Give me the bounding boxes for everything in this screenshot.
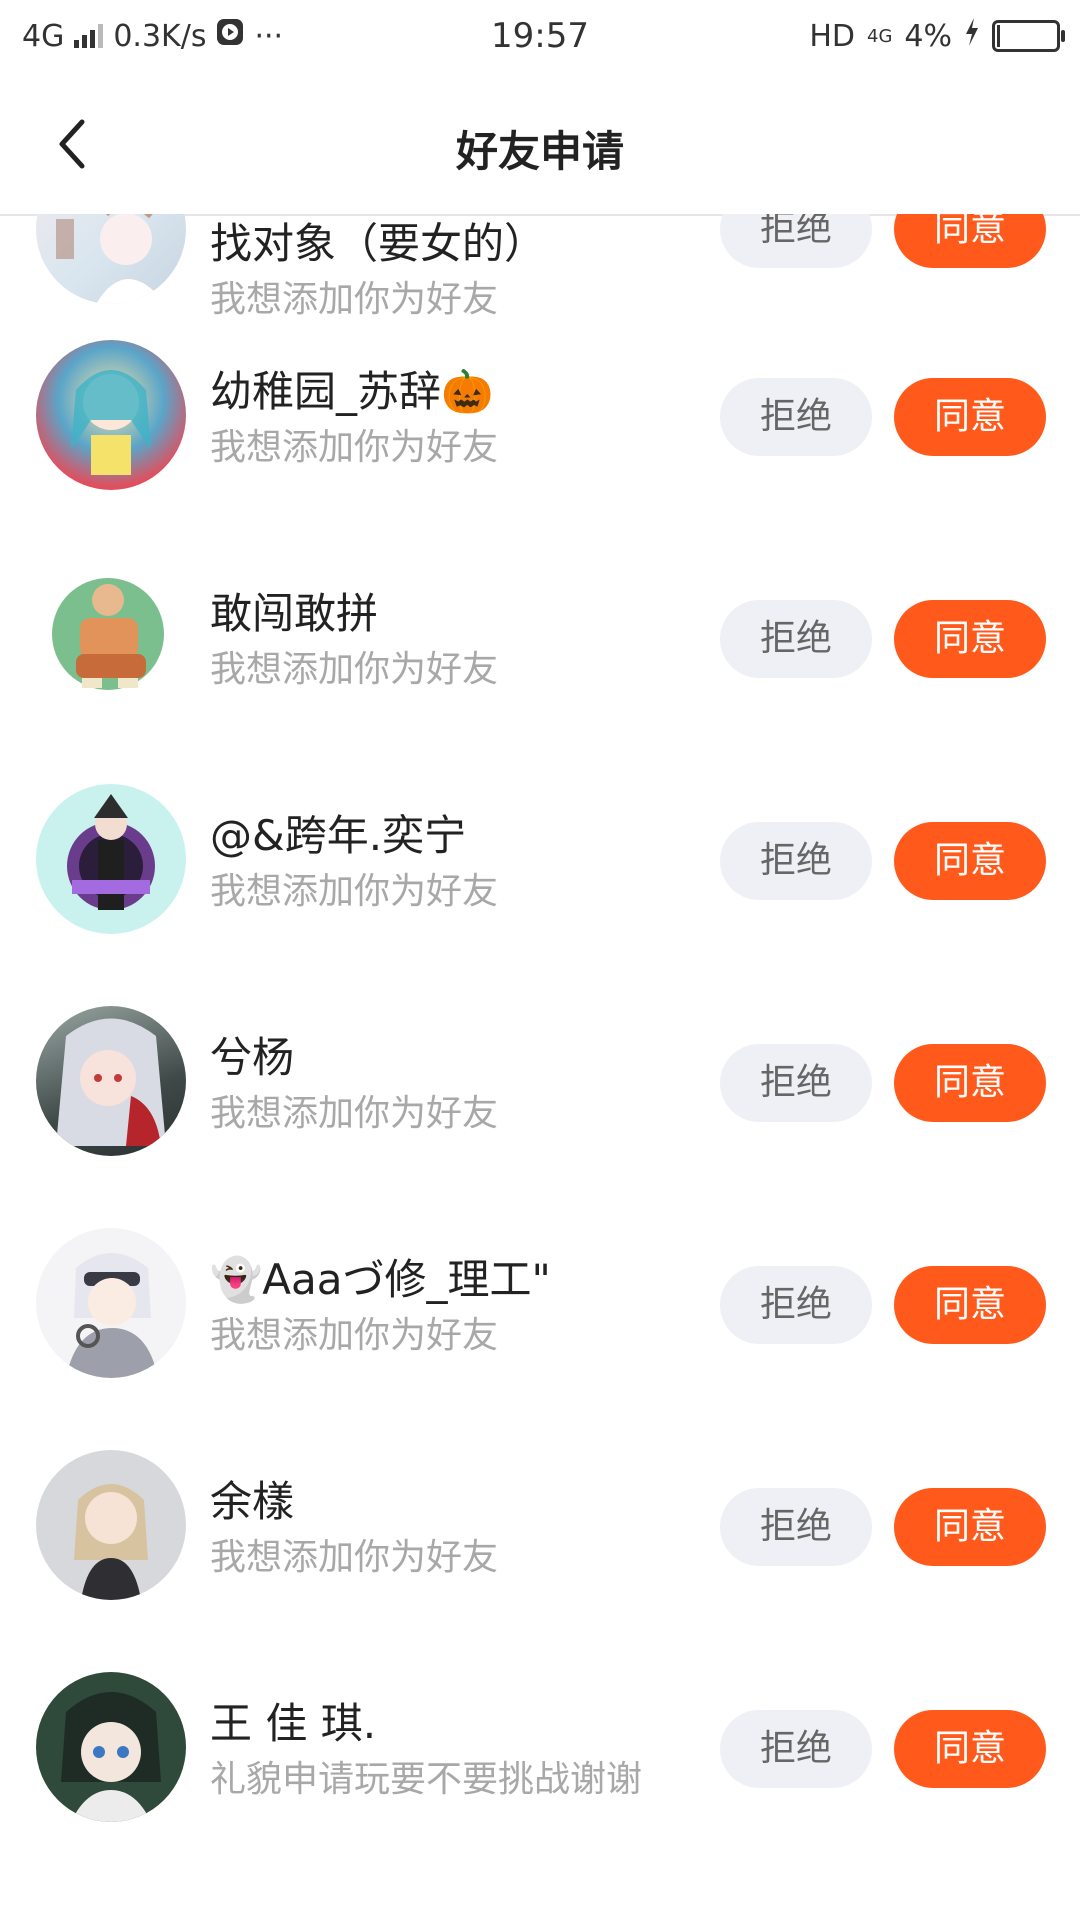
reject-button[interactable]: 拒绝 [720, 1488, 872, 1566]
requester-name: 兮杨 [210, 1033, 295, 1082]
agree-button[interactable]: 同意 [894, 1266, 1046, 1344]
list-item: 余樣 我想添加你为好友 拒绝 同意 [0, 1450, 1080, 1672]
agree-button[interactable]: 同意 [894, 1710, 1046, 1788]
agree-button[interactable]: 同意 [894, 378, 1046, 456]
request-message: 我想添加你为好友 [210, 1093, 499, 1134]
network-type-right: 4G [867, 25, 893, 47]
agree-button[interactable]: 同意 [894, 600, 1046, 678]
requester-name: @&跨年.奕宁 [210, 811, 467, 860]
requester-name: 余樣 [210, 1477, 295, 1526]
agree-button[interactable]: 同意 [894, 1044, 1046, 1122]
page-title: 好友申请 [455, 127, 624, 176]
reject-button[interactable]: 拒绝 [720, 214, 872, 268]
list-item: 幼稚园_苏辞🎃 我想添加你为好友 拒绝 同意 [0, 340, 1080, 562]
request-message: 我想添加你为好友 [210, 649, 499, 690]
requester-name: 敢闯敢拼 [210, 589, 379, 638]
list-item: 👻Aaaづ修_理工" 我想添加你为好友 拒绝 同意 [0, 1228, 1080, 1450]
status-bar: 4G 0.3K/s ··· 19:57 HD 4G 4% [0, 0, 1080, 76]
reject-button[interactable]: 拒绝 [720, 1044, 872, 1122]
request-message: 礼貌申请玩要不要挑战谢谢 [210, 1759, 643, 1800]
avatar[interactable] [36, 562, 186, 712]
request-message: 我想添加你为好友 [210, 871, 499, 912]
list-item: 敢闯敢拼 我想添加你为好友 拒绝 同意 [0, 562, 1080, 784]
avatar[interactable] [36, 1228, 186, 1378]
avatar[interactable] [36, 214, 186, 304]
avatar[interactable] [36, 340, 186, 490]
request-message: 我想添加你为好友 [210, 279, 499, 320]
charging-icon [964, 18, 980, 54]
request-message: 我想添加你为好友 [210, 1537, 499, 1578]
request-message: 我想添加你为好友 [210, 1315, 499, 1356]
agree-button[interactable]: 同意 [894, 214, 1046, 268]
battery-icon [992, 20, 1065, 52]
avatar[interactable] [36, 1672, 186, 1822]
nav-bar: 好友申请 [0, 76, 1080, 216]
requester-name: 王 佳 琪. [210, 1699, 377, 1748]
reject-button[interactable]: 拒绝 [720, 822, 872, 900]
requester-name: 👻Aaaづ修_理工" [210, 1255, 551, 1304]
requester-name: 找对象（要女的） [210, 219, 547, 268]
avatar[interactable] [36, 784, 186, 934]
reject-button[interactable]: 拒绝 [720, 1266, 872, 1344]
status-right: HD 4G 4% [809, 18, 1065, 54]
avatar[interactable] [36, 1006, 186, 1156]
battery-percent: 4% [904, 18, 952, 54]
agree-button[interactable]: 同意 [894, 822, 1046, 900]
avatar[interactable] [36, 1450, 186, 1600]
hd-indicator: HD [809, 18, 855, 54]
request-message: 我想添加你为好友 [210, 427, 499, 468]
reject-button[interactable]: 拒绝 [720, 600, 872, 678]
reject-button[interactable]: 拒绝 [720, 378, 872, 456]
list-item: 王 佳 琪. 礼貌申请玩要不要挑战谢谢 拒绝 同意 [0, 1672, 1080, 1894]
reject-button[interactable]: 拒绝 [720, 1710, 872, 1788]
list-item: 兮杨 我想添加你为好友 拒绝 同意 [0, 1006, 1080, 1228]
list-item: @&跨年.奕宁 我想添加你为好友 拒绝 同意 [0, 784, 1080, 1006]
agree-button[interactable]: 同意 [894, 1488, 1046, 1566]
requester-name: 幼稚园_苏辞🎃 [210, 367, 494, 416]
